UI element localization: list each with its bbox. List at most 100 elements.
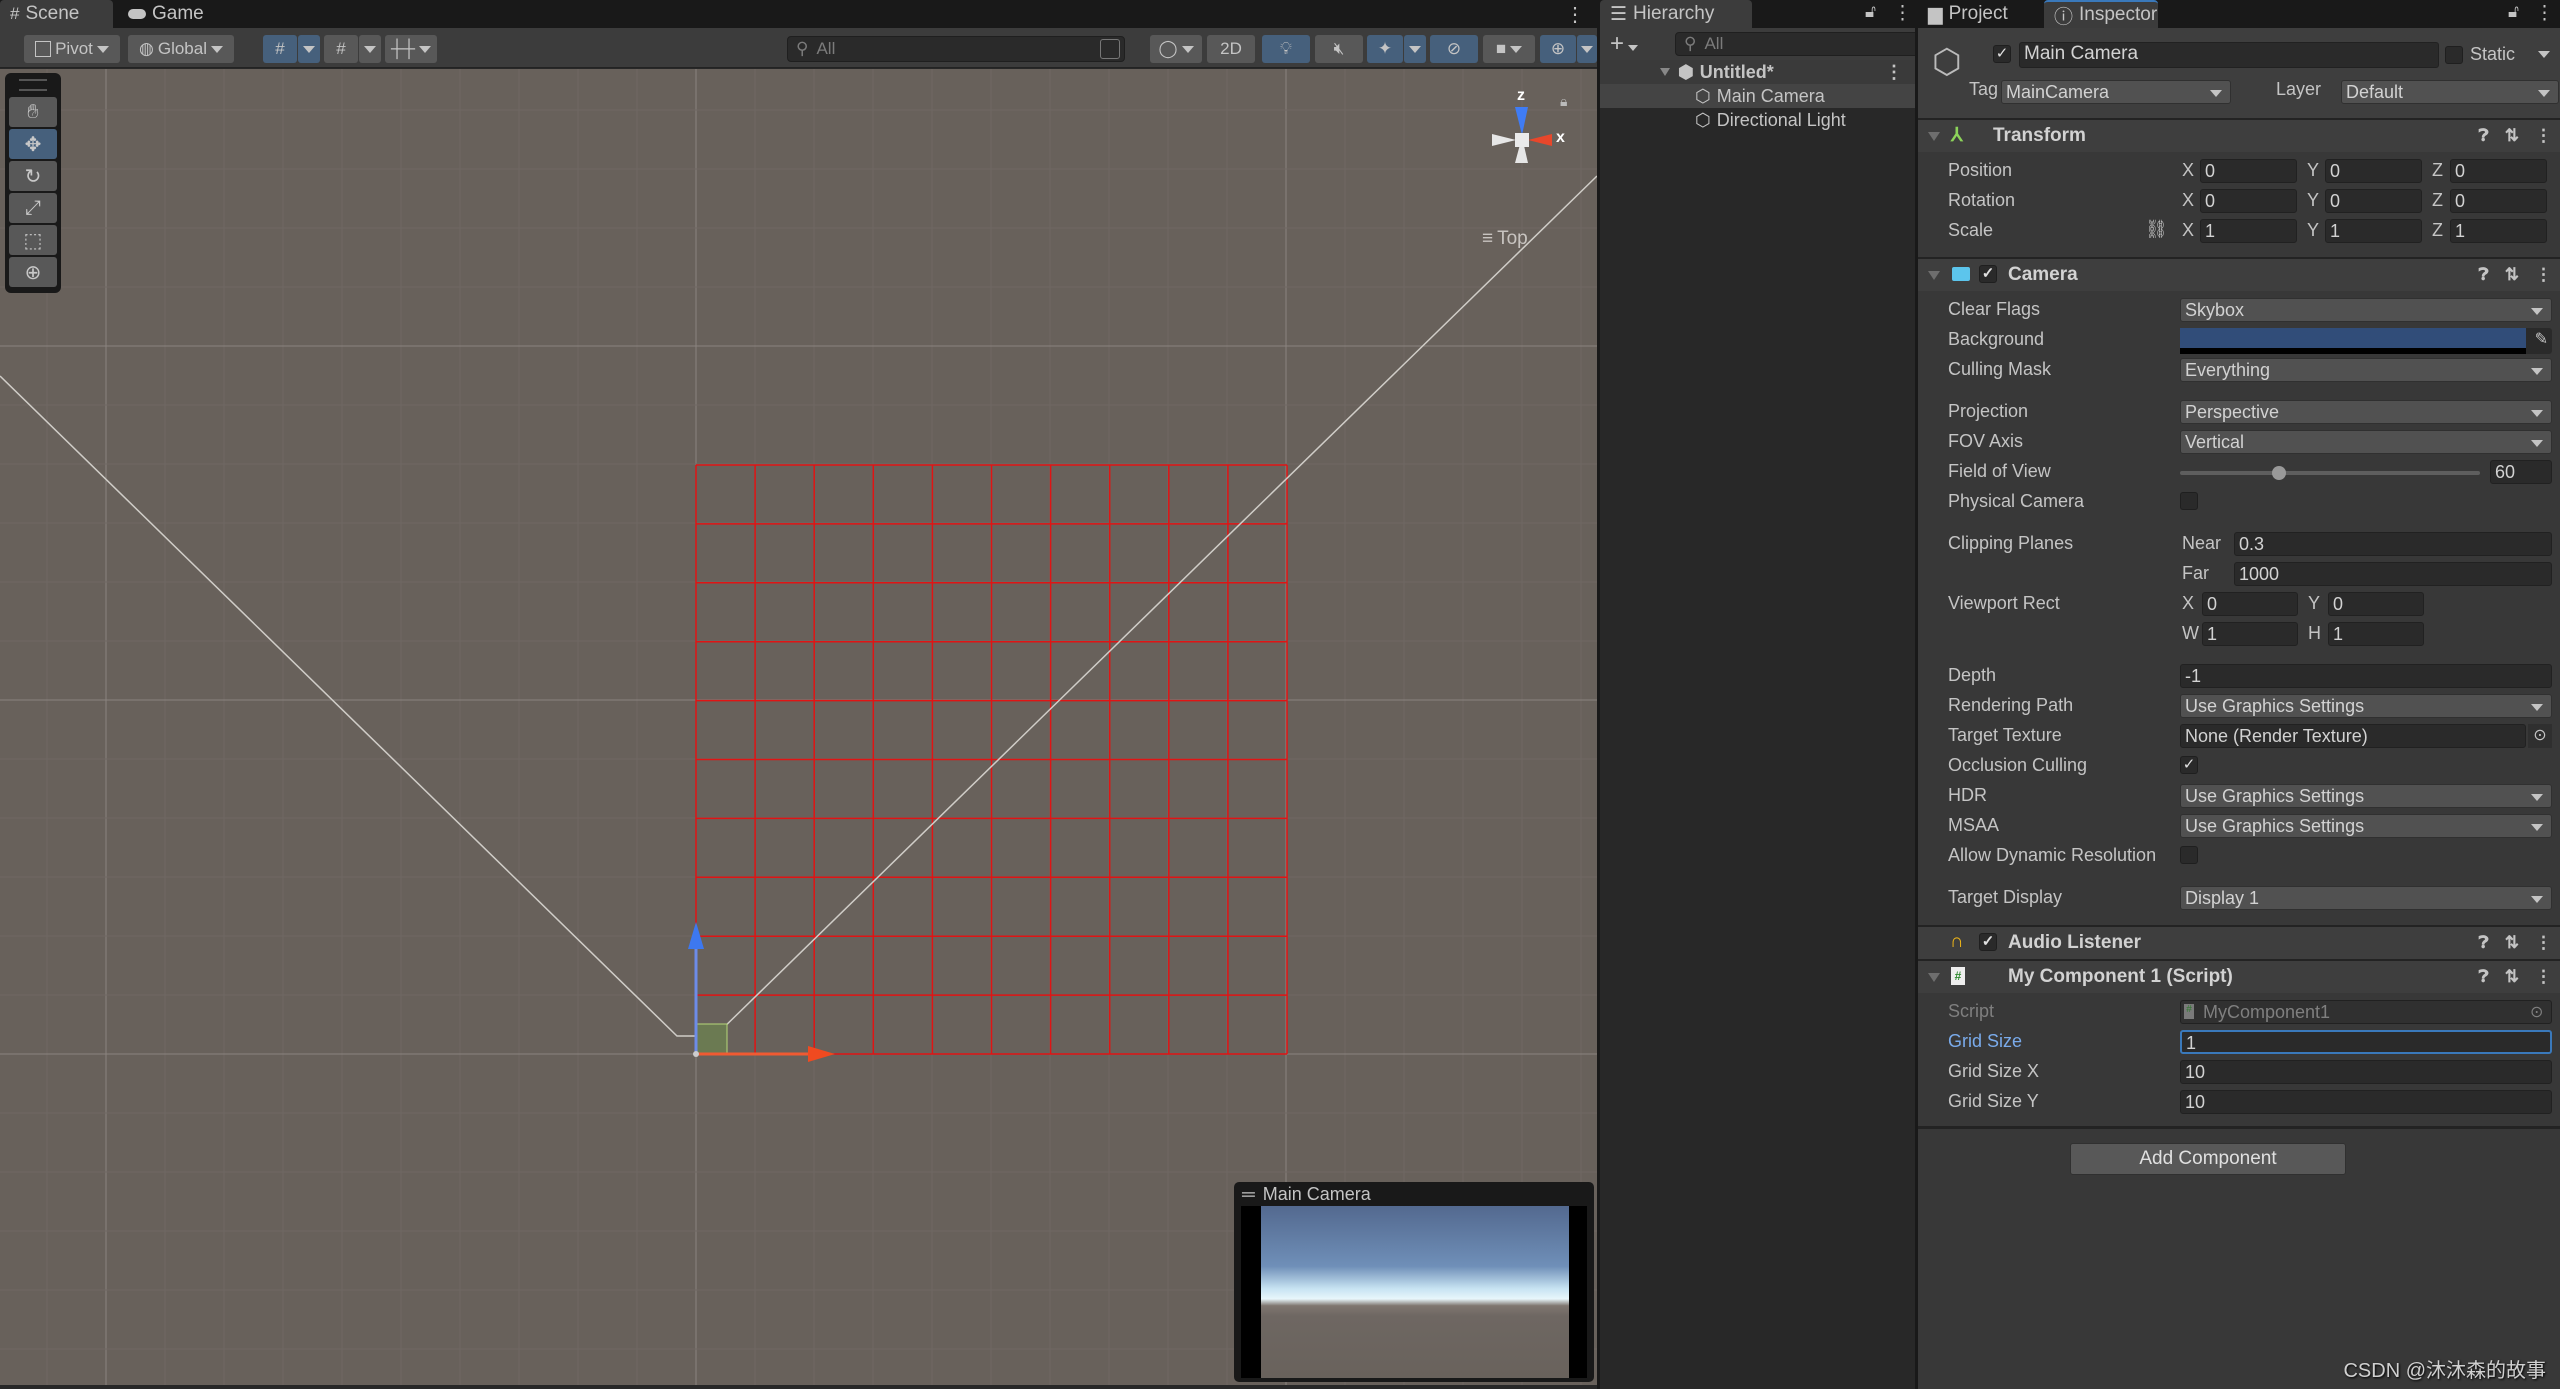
expand-arrow-icon[interactable]: [1660, 68, 1670, 76]
scale-z-axis-label[interactable]: Z: [2432, 220, 2443, 241]
effects-toggle[interactable]: ✦: [1367, 35, 1403, 63]
viewport-y-input[interactable]: 0: [2328, 592, 2424, 616]
script-field[interactable]: MyComponent1: [2180, 1000, 2552, 1024]
position-x-input[interactable]: 0: [2200, 159, 2297, 183]
grid-visibility-dropdown[interactable]: [298, 35, 320, 63]
near-clip-input[interactable]: 0.3: [2234, 532, 2552, 556]
foldout-arrow-icon[interactable]: [1928, 271, 1940, 280]
position-y-input[interactable]: 0: [2325, 159, 2422, 183]
hdr-dropdown[interactable]: Use Graphics Settings: [2180, 784, 2552, 808]
background-color-field[interactable]: ✎: [2180, 328, 2552, 354]
gizmos-toggle[interactable]: ⊕: [1540, 35, 1576, 63]
grid-snap-button[interactable]: #: [324, 35, 358, 63]
help-icon[interactable]: ❓︎: [2479, 967, 2489, 987]
lock-icon[interactable]: 🔓︎: [2508, 2, 2519, 22]
rotate-tool[interactable]: ↻: [9, 161, 57, 191]
grid-visibility-button[interactable]: #: [263, 35, 297, 63]
object-active-checkbox[interactable]: ✓: [1993, 45, 2011, 63]
more-options-icon[interactable]: ⋮: [2535, 126, 2552, 146]
add-object-button[interactable]: +: [1610, 30, 1639, 58]
gameobject-cube-icon[interactable]: ⬡: [1932, 42, 1962, 82]
eyedropper-icon[interactable]: ✎: [2535, 329, 2548, 349]
position-z-axis-label[interactable]: Z: [2432, 160, 2443, 181]
scene-viewport[interactable]: ✋︎ ✥ ↻ ⤢ ⬚ ⊕ z x 🔒︎ ≡ Top ═ Main Camera: [0, 69, 1597, 1385]
preset-icon[interactable]: ⇅: [2505, 126, 2519, 146]
hierarchy-search-input[interactable]: ⚲ All: [1675, 32, 1919, 56]
view-mode-label[interactable]: ≡ Top: [1482, 228, 1528, 250]
position-x-axis-label[interactable]: X: [2182, 160, 2194, 181]
camera-header[interactable]: ✓ Camera ❓︎ ⇅ ⋮: [1918, 257, 2560, 291]
scene-search-input[interactable]: ⚲ All: [787, 36, 1125, 62]
audio-listener-header[interactable]: ∩ ✓ Audio Listener ❓︎ ⇅ ⋮: [1918, 925, 2560, 959]
tab-inspector[interactable]: ⓘ Inspector: [2044, 0, 2158, 28]
object-picker-icon[interactable]: ⊙: [2530, 1002, 2543, 1022]
tab-game[interactable]: Game: [118, 0, 214, 28]
more-options-icon[interactable]: ⋮: [1565, 2, 1585, 27]
more-options-icon[interactable]: ⋮: [2535, 967, 2552, 987]
help-icon[interactable]: ❓︎: [2479, 126, 2489, 146]
preset-icon[interactable]: ⇅: [2505, 933, 2519, 953]
hierarchy-item-directional-light[interactable]: ⬡ Directional Light: [1600, 108, 1915, 132]
camera-preview-header[interactable]: ═ Main Camera: [1234, 1182, 1594, 1206]
fov-slider-track[interactable]: [2180, 466, 2480, 480]
scene-options-icon[interactable]: ⋮: [1885, 62, 1903, 83]
audio-listener-enabled-checkbox[interactable]: ✓: [1979, 933, 1997, 951]
gizmo-x-cone[interactable]: [1528, 134, 1552, 146]
far-clip-input[interactable]: 1000: [2234, 562, 2552, 586]
lighting-toggle[interactable]: 💡︎: [1262, 35, 1310, 63]
scale-tool[interactable]: ⤢: [9, 193, 57, 223]
occlusion-culling-checkbox[interactable]: ✓: [2180, 756, 2198, 774]
move-handle-x-arrow[interactable]: [808, 1046, 835, 1062]
layer-dropdown[interactable]: Default: [2341, 80, 2559, 104]
position-z-input[interactable]: 0: [2450, 159, 2547, 183]
constrain-proportions-icon[interactable]: ⛓: [2145, 219, 2168, 240]
rotation-z-input[interactable]: 0: [2450, 189, 2547, 213]
more-options-icon[interactable]: ⋮: [2535, 265, 2552, 285]
more-options-icon[interactable]: ⋮: [1893, 2, 1912, 25]
camera-settings-dropdown[interactable]: ■: [1483, 35, 1535, 63]
help-icon[interactable]: ❓︎: [2479, 933, 2489, 953]
hidden-objects-toggle[interactable]: ⊘: [1430, 35, 1478, 63]
rendering-path-dropdown[interactable]: Use Graphics Settings: [2180, 694, 2552, 718]
fov-slider-thumb[interactable]: [2272, 466, 2286, 480]
gizmo-neg-x-cone[interactable]: [1492, 134, 1516, 146]
projection-dropdown[interactable]: Perspective: [2180, 400, 2552, 424]
static-checkbox[interactable]: [2445, 46, 2463, 64]
fov-input[interactable]: 60: [2490, 460, 2552, 484]
grid-size-x-input[interactable]: 10: [2180, 1060, 2552, 1084]
position-y-axis-label[interactable]: Y: [2307, 160, 2319, 181]
transform-tool[interactable]: ⊕: [9, 257, 57, 287]
scale-y-axis-label[interactable]: Y: [2307, 220, 2319, 241]
viewport-h-input[interactable]: 1: [2328, 622, 2424, 646]
increment-snap-dropdown[interactable]: ┼┼: [385, 35, 437, 63]
audio-toggle[interactable]: 🔇︎: [1315, 35, 1363, 63]
tab-scene[interactable]: # Scene: [0, 0, 113, 28]
scale-x-axis-label[interactable]: X: [2182, 220, 2194, 241]
effects-dropdown[interactable]: [1404, 35, 1426, 63]
dynamic-resolution-checkbox[interactable]: [2180, 846, 2198, 864]
palette-drag-handle[interactable]: [19, 79, 47, 91]
preset-icon[interactable]: ⇅: [2505, 967, 2519, 987]
my-component-header[interactable]: # My Component 1 (Script) ❓︎ ⇅ ⋮: [1918, 959, 2560, 993]
expand-search-icon[interactable]: [1100, 39, 1120, 59]
tag-dropdown[interactable]: MainCamera: [2001, 80, 2231, 104]
grid-size-y-input[interactable]: 10: [2180, 1090, 2552, 1114]
camera-enabled-checkbox[interactable]: ✓: [1979, 265, 1997, 283]
tab-project[interactable]: ▆ Project: [1918, 0, 2018, 28]
help-icon[interactable]: ❓︎: [2479, 265, 2489, 285]
depth-input[interactable]: -1: [2180, 664, 2552, 688]
preset-icon[interactable]: ⇅: [2505, 265, 2519, 285]
rect-tool[interactable]: ⬚: [9, 225, 57, 255]
physical-camera-checkbox[interactable]: [2180, 492, 2198, 510]
foldout-arrow-icon[interactable]: [1928, 973, 1940, 982]
foldout-arrow-icon[interactable]: [1928, 132, 1940, 141]
target-texture-field[interactable]: None (Render Texture): [2180, 724, 2526, 748]
gizmo-center-cube[interactable]: [1515, 133, 1529, 147]
scale-x-input[interactable]: 1: [2200, 219, 2297, 243]
global-dropdown[interactable]: ◍ Global: [128, 35, 234, 63]
2d-toggle[interactable]: 2D: [1207, 35, 1255, 63]
rotation-z-axis-label[interactable]: Z: [2432, 190, 2443, 211]
gizmo-z-cone[interactable]: [1515, 107, 1528, 135]
fov-axis-dropdown[interactable]: Vertical: [2180, 430, 2552, 454]
move-tool[interactable]: ✥: [9, 129, 57, 159]
